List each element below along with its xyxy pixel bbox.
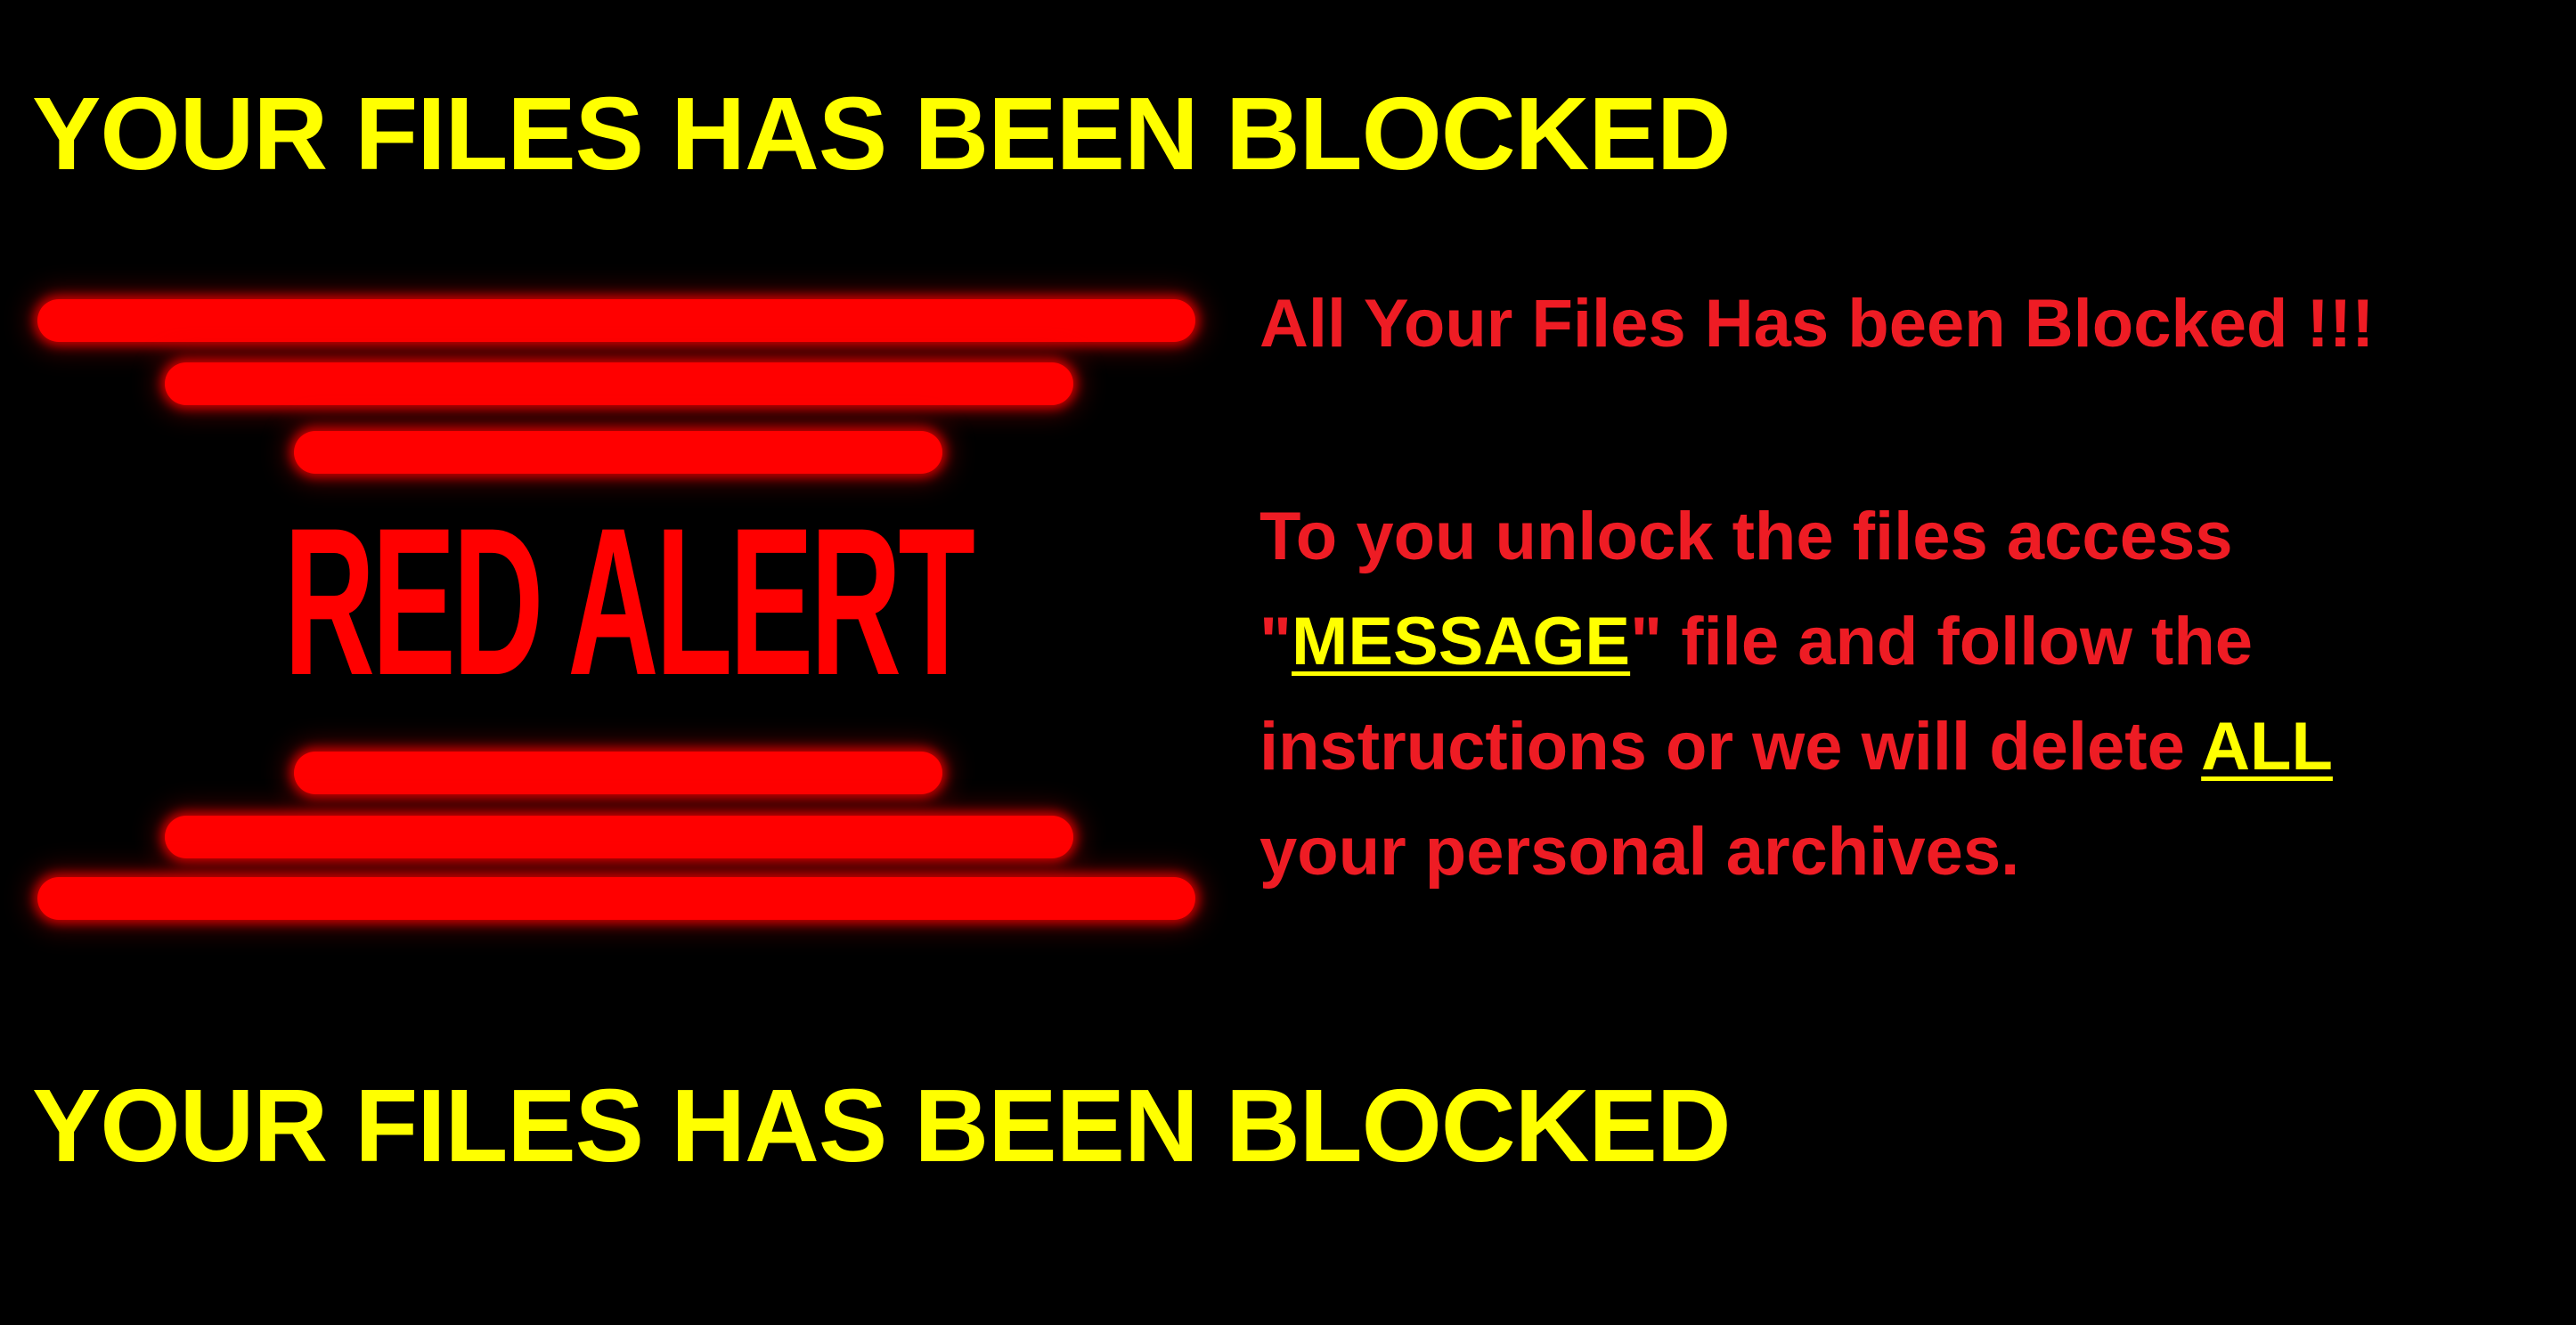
alert-bar-top-3 <box>294 431 942 474</box>
message-line-2: "MESSAGE" file and follow the <box>1259 589 2551 695</box>
message-all-keyword: ALL <box>2201 708 2333 784</box>
message-line-3: instructions or we will delete ALL <box>1259 695 2551 800</box>
alert-bar-bottom-2 <box>165 816 1073 858</box>
alert-bar-bottom-1 <box>37 877 1195 920</box>
ransom-note-screen: { "banner": { "top": "YOUR FILES HAS BEE… <box>0 0 2576 1325</box>
bottom-warning-banner: YOUR FILES HAS BEEN BLOCKED <box>32 1068 1731 1183</box>
message-line-3-prefix: instructions or we will delete <box>1259 708 2202 784</box>
alert-bar-top-2 <box>165 362 1073 405</box>
message-line-2-rest: " file and follow the <box>1630 603 2254 679</box>
message-file-keyword: MESSAGE <box>1292 603 1631 679</box>
red-alert-logo: RED ALERT <box>27 285 1229 935</box>
message-body: To you unlock the files access "MESSAGE"… <box>1259 484 2551 905</box>
ransom-message: All Your Files Has been Blocked !!! To y… <box>1259 287 2551 905</box>
top-warning-banner: YOUR FILES HAS BEEN BLOCKED <box>32 76 1731 191</box>
alert-bar-bottom-3 <box>294 752 942 794</box>
message-line-1: To you unlock the files access <box>1259 498 2233 574</box>
alert-bar-top-1 <box>37 299 1195 342</box>
message-line-4: your personal archives. <box>1259 813 2020 890</box>
red-alert-text: RED ALERT <box>283 484 975 719</box>
quote-open: " <box>1259 603 1292 679</box>
message-headline: All Your Files Has been Blocked !!! <box>1259 286 2375 362</box>
